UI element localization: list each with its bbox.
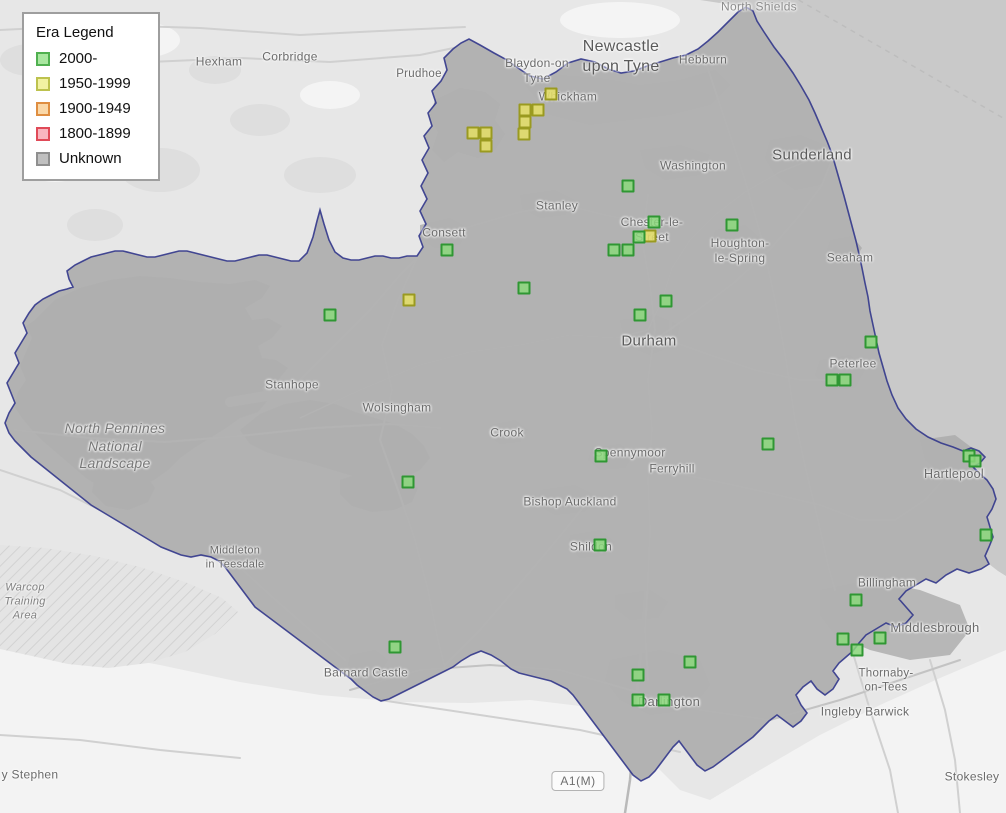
legend-title: Era Legend	[36, 24, 114, 41]
era-marker[interactable]	[621, 243, 635, 257]
era-marker[interactable]	[631, 693, 645, 707]
era-marker[interactable]	[621, 179, 635, 193]
legend-items: 2000- 1950-1999 1900-1949 1800-1899 Unknown	[36, 50, 146, 167]
road-shield-a1m: A1(M)	[551, 771, 605, 791]
era-marker[interactable]	[402, 293, 416, 307]
era-marker[interactable]	[968, 454, 982, 468]
legend-item: 1950-1999	[36, 75, 146, 92]
legend-swatch-icon	[36, 126, 50, 141]
legend-item: 2000-	[36, 50, 146, 67]
era-legend: Era Legend 2000- 1950-1999 1900-1949 1800-1…	[22, 12, 160, 181]
legend-swatch-icon	[36, 51, 50, 66]
era-marker[interactable]	[466, 126, 480, 140]
era-marker[interactable]	[683, 655, 697, 669]
era-marker[interactable]	[479, 139, 493, 153]
legend-item: Unknown	[36, 150, 146, 167]
era-marker[interactable]	[517, 127, 531, 141]
era-marker[interactable]	[388, 640, 402, 654]
era-marker[interactable]	[647, 215, 661, 229]
era-marker[interactable]	[761, 437, 775, 451]
era-marker[interactable]	[850, 643, 864, 657]
legend-item-label: 1950-1999	[59, 75, 131, 92]
era-marker[interactable]	[632, 230, 646, 244]
legend-item-label: 2000-	[59, 50, 98, 67]
legend-swatch-icon	[36, 101, 50, 116]
era-marker[interactable]	[825, 373, 839, 387]
era-marker[interactable]	[531, 103, 545, 117]
era-marker[interactable]	[544, 87, 558, 101]
era-marker[interactable]	[838, 373, 852, 387]
era-marker[interactable]	[517, 281, 531, 295]
legend-item-label: 1800-1899	[59, 125, 131, 142]
era-marker[interactable]	[440, 243, 454, 257]
legend-item: 1900-1949	[36, 100, 146, 117]
legend-item-label: 1900-1949	[59, 100, 131, 117]
era-marker[interactable]	[594, 449, 608, 463]
era-marker[interactable]	[659, 294, 673, 308]
era-marker[interactable]	[631, 668, 645, 682]
legend-swatch-icon	[36, 76, 50, 91]
era-marker[interactable]	[864, 335, 878, 349]
era-marker[interactable]	[593, 538, 607, 552]
legend-swatch-icon	[36, 151, 50, 166]
era-marker[interactable]	[657, 693, 671, 707]
era-marker[interactable]	[849, 593, 863, 607]
era-marker[interactable]	[401, 475, 415, 489]
era-marker[interactable]	[607, 243, 621, 257]
era-marker[interactable]	[873, 631, 887, 645]
era-marker[interactable]	[836, 632, 850, 646]
legend-item: 1800-1899	[36, 125, 146, 142]
era-marker[interactable]	[323, 308, 337, 322]
era-marker[interactable]	[479, 126, 493, 140]
era-marker[interactable]	[633, 308, 647, 322]
legend-item-label: Unknown	[59, 150, 122, 167]
era-marker[interactable]	[979, 528, 993, 542]
era-marker[interactable]	[725, 218, 739, 232]
